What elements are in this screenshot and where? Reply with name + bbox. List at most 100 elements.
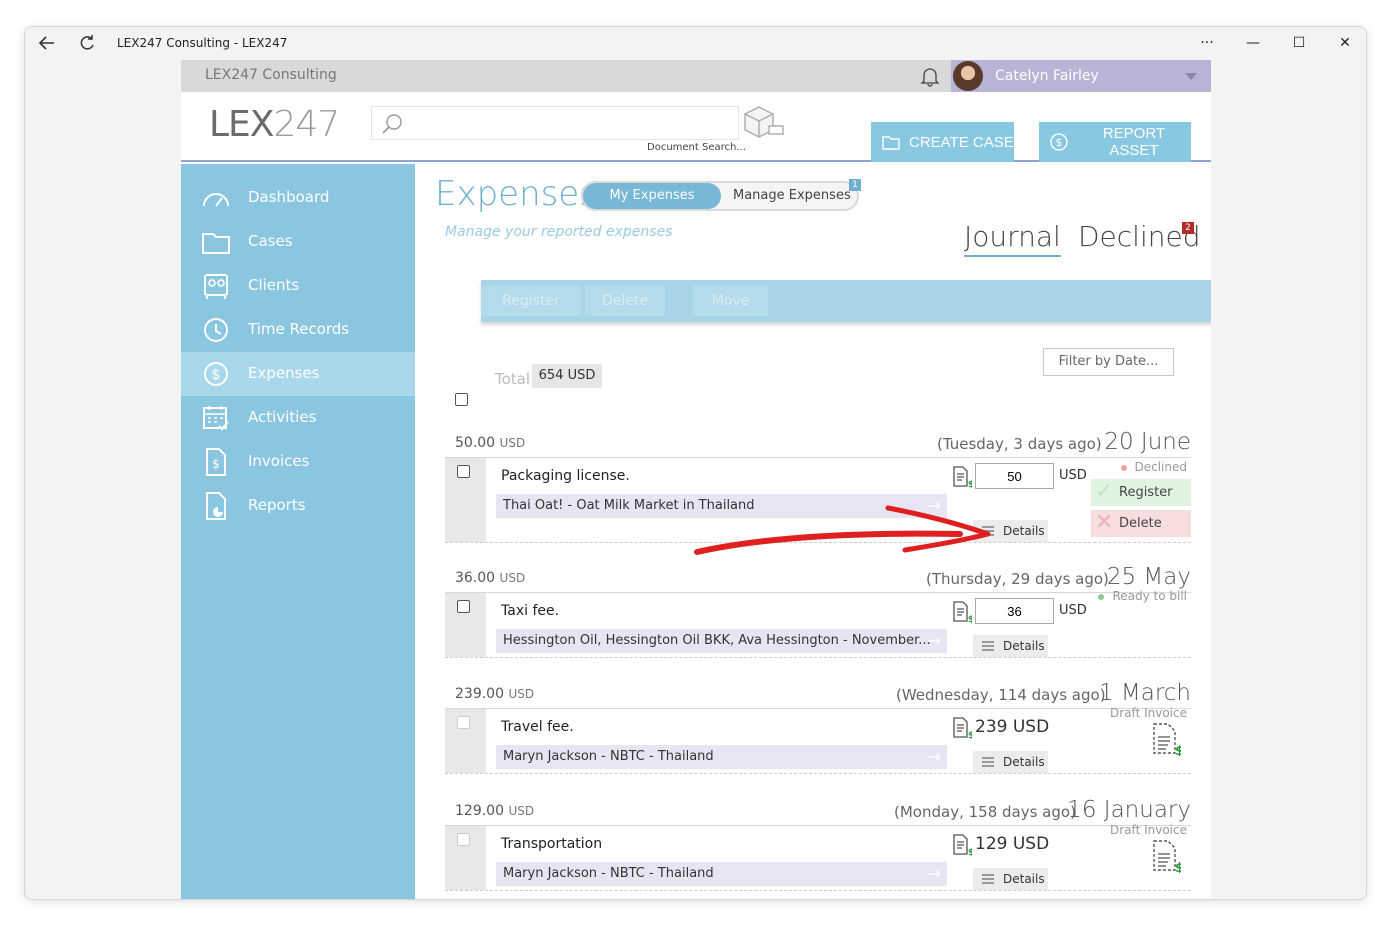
svg-text:$: $ [1175,744,1181,756]
close-icon: ✕ [1095,510,1114,535]
back-arrow-icon[interactable] [37,33,57,53]
declined-badge: 2 [1182,222,1194,234]
entry-client-link[interactable]: Thai Oat! - Oat Milk Market in Thailand → [496,494,947,518]
minimize-button[interactable]: — [1239,32,1267,54]
package-icon[interactable] [741,104,787,140]
details-button[interactable]: Details [973,520,1048,542]
folder-icon [202,233,230,254]
entry-amount-input[interactable] [975,598,1054,624]
refresh-icon[interactable] [77,33,97,53]
receipt-dollar-icon[interactable]: $ [950,834,972,856]
entry-gutter [445,458,486,542]
details-button[interactable]: Details [973,751,1048,773]
draft-invoice-icon[interactable]: $ [1149,839,1181,873]
entry-amount: 50.00 USD [455,435,526,451]
sidebar-item-reports[interactable]: Reports [181,484,415,528]
move-button[interactable]: Move [693,286,768,316]
sidebar-item-cases[interactable]: Cases [181,220,415,264]
entry-client-link[interactable]: Hessington Oil, Hessington Oil BKK, Ava … [496,629,947,653]
user-name: Catelyn Fairley [995,68,1099,84]
entry-relative-date: (Wednesday, 114 days ago) [896,686,1106,704]
clock-icon [204,318,228,342]
bell-icon[interactable] [918,64,942,88]
report-icon [206,492,226,520]
create-case-button[interactable]: CREATE CASE [871,122,1014,162]
report-asset-button[interactable]: $ REPORT ASSET [1039,122,1191,162]
entry-checkbox[interactable] [457,465,470,478]
tab-journal[interactable]: Journal [964,220,1061,257]
dollar-circle-icon: $ [1050,133,1068,151]
status-badge: Draft Invoice [1110,823,1187,837]
details-button[interactable]: Details [973,635,1048,657]
app-content: LEX247 Consulting Catelyn Fairley LEX247… [181,60,1211,899]
sidebar: Dashboard Cases Clients Time Records $ E… [181,164,415,899]
tab-manage-expenses[interactable]: Manage Expenses [733,188,851,203]
entry-amount-input[interactable] [975,463,1054,489]
chevron-down-icon [1185,73,1197,80]
header: LEX247 Document Search... CREATE CASE $ … [181,92,1211,162]
filter-by-date-button[interactable]: Filter by Date... [1043,348,1174,376]
arrow-right-icon: → [927,864,941,883]
entry-date: 16 January [1067,797,1191,823]
svg-text:$: $ [968,615,972,623]
menu-icon [982,874,994,884]
entry-delete-button[interactable]: ✕ Delete [1091,510,1191,537]
svg-text:$: $ [212,457,220,471]
receipt-dollar-icon[interactable]: $ [950,717,972,739]
menu-icon [982,641,994,651]
user-menu[interactable]: Catelyn Fairley [951,60,1211,92]
entry-checkbox[interactable] [457,600,470,613]
sidebar-item-time-records[interactable]: Time Records [181,308,415,352]
sidebar-item-clients[interactable]: Clients [181,264,415,308]
entry-description: Transportation [501,836,603,852]
register-button[interactable]: Register [481,286,581,316]
sidebar-item-dashboard[interactable]: Dashboard [181,176,415,220]
document-search-input[interactable] [412,113,728,135]
more-options-button[interactable]: ··· [1193,32,1221,54]
search-icon [380,111,406,137]
status-badge: Ready to bill [1098,589,1187,603]
entry-gutter [445,826,486,890]
entry-amount: 129.00 USD [455,803,535,819]
entry-client-link[interactable]: Maryn Jackson - NBTC - Thailand → [496,745,947,769]
action-toolbar: Register Delete Move [481,280,1211,322]
arrow-right-icon: → [927,496,941,515]
entry-gutter [445,709,486,773]
folder-icon [882,136,900,150]
avatar [953,61,983,91]
receipt-dollar-icon[interactable]: $ [950,601,972,623]
draft-invoice-icon[interactable]: $ [1149,722,1181,756]
entry-checkbox [457,716,470,729]
select-all-checkbox[interactable] [455,393,468,406]
delete-button[interactable]: Delete [585,286,665,316]
receipt-dollar-icon[interactable]: $ [950,466,972,488]
entry-client-link[interactable]: Maryn Jackson - NBTC - Thailand → [496,862,947,886]
entry-card: Transportation Maryn Jackson - NBTC - Th… [445,825,1191,891]
tab-my-expenses[interactable]: My Expenses [583,183,721,209]
expenses-mode-toggle: My Expenses Manage Expenses [581,181,859,211]
entry-card: Travel fee. Maryn Jackson - NBTC - Thail… [445,708,1191,774]
sidebar-item-expenses[interactable]: $ Expenses [181,352,415,396]
window-title: LEX247 Consulting - LEX247 [117,36,288,50]
calendar-icon [203,406,229,431]
svg-text:$: $ [968,848,972,856]
close-button[interactable]: ✕ [1331,32,1359,54]
entry-checkbox [457,833,470,846]
entry-register-button[interactable]: ✓ Register [1091,479,1191,506]
title-bar: LEX247 Consulting - LEX247 ··· — ☐ ✕ [25,27,1366,60]
details-button[interactable]: Details [973,868,1048,890]
entry-amount-value: 239 USD [975,717,1050,737]
menu-icon [982,757,994,767]
total-label: Total [495,370,531,388]
sidebar-item-invoices[interactable]: $ Invoices [181,440,415,484]
maximize-button[interactable]: ☐ [1285,32,1313,54]
menu-icon [982,526,994,536]
page-title: Expenses [435,174,597,214]
svg-text:$: $ [212,367,221,383]
svg-text:$: $ [1055,136,1062,149]
svg-text:$: $ [1175,861,1181,873]
top-bar: LEX247 Consulting Catelyn Fairley [181,60,1211,92]
entry-card: Taxi fee. Hessington Oil, Hessington Oil… [445,592,1191,658]
arrow-right-icon: → [927,747,941,766]
sidebar-item-activities[interactable]: Activities [181,396,415,440]
